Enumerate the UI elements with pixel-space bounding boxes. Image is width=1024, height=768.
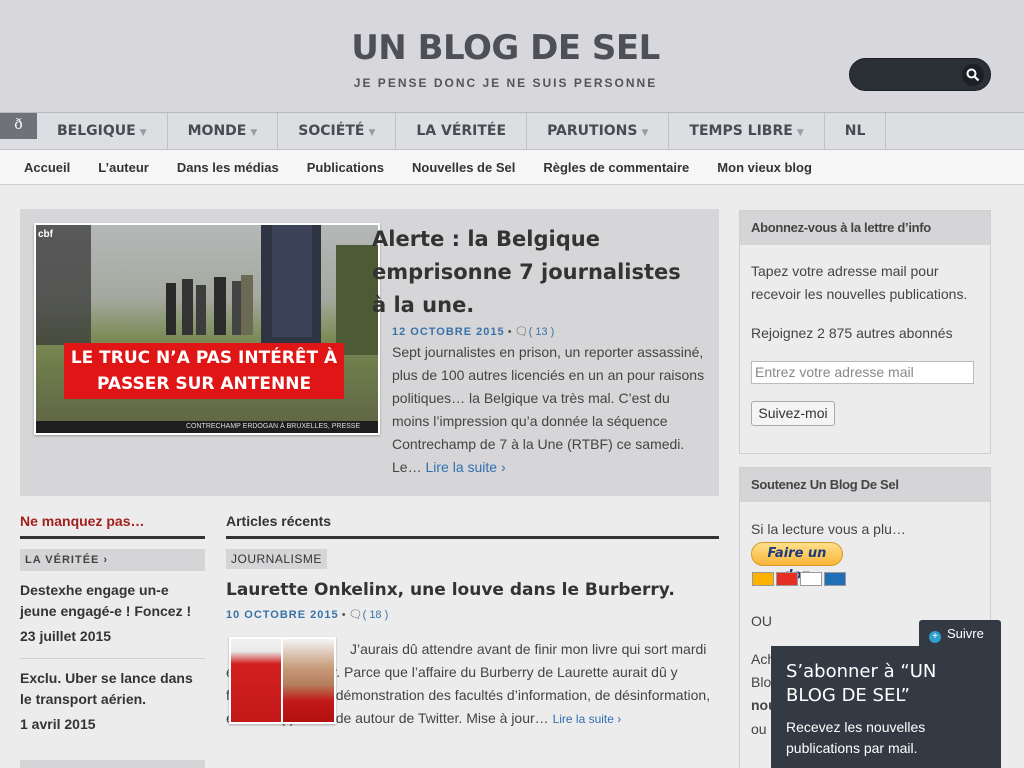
post-thumbnail[interactable] <box>229 637 336 724</box>
featured-read-more[interactable]: Lire la suite › <box>425 459 505 475</box>
popup-title: S’abonner à “UN BLOG DE SEL” <box>786 661 937 706</box>
home-icon[interactable]: ð <box>0 113 37 139</box>
subnav-regles[interactable]: Règles de commentaire <box>529 150 703 184</box>
site-header: UN BLOG DE SEL JE PENSE DONC JE NE SUIS … <box>0 0 1024 112</box>
mastercard-icon <box>776 572 798 586</box>
post-meta: 10 OCTOBRE 2015 • 🗨( 18 ) <box>226 609 389 621</box>
newsletter-widget: Abonnez-vous à la lettre d’info Tapez vo… <box>739 210 991 454</box>
plus-icon: + <box>929 631 941 643</box>
nav-item-monde[interactable]: MONDE ▼ <box>168 113 279 150</box>
widget-heading: Soutenez Un Blog De Sel <box>740 468 990 502</box>
subnav-vieux-blog[interactable]: Mon vieux blog <box>703 150 826 184</box>
subnav-accueil[interactable]: Accueil <box>10 150 84 184</box>
post-title[interactable]: Laurette Onkelinx, une louve dans le Bur… <box>226 580 675 600</box>
category-la-veritee[interactable]: LA VÉRITÉE › <box>20 549 205 571</box>
nav-item-societe[interactable]: SOCIÉTÉ ▼ <box>278 113 397 150</box>
category-tag-partial[interactable] <box>20 760 205 768</box>
maestro-icon <box>752 572 774 586</box>
featured-date[interactable]: 12 OCTOBRE 2015 <box>392 326 505 338</box>
featured-comment-count[interactable]: 13 <box>535 326 547 338</box>
post-read-more[interactable]: Lire la suite › <box>553 712 622 726</box>
nav-item-belgique[interactable]: BELGIQUE ▼ <box>37 113 168 150</box>
newsletter-text: Tapez votre adresse mail pour recevoir l… <box>751 263 968 302</box>
popup-text: Recevez les nouvelles publications par m… <box>786 719 926 756</box>
side-post-title[interactable]: Exclu. Uber se lance dans le transport a… <box>20 668 205 710</box>
side-post-date: 23 juillet 2015 <box>20 628 112 644</box>
follow-button[interactable]: Suivez-moi <box>751 401 835 426</box>
comment-icon: 🗨 <box>348 609 363 621</box>
caret-down-icon: ▼ <box>250 128 258 138</box>
side-post-date: 1 avril 2015 <box>20 716 96 732</box>
recent-articles-heading: Articles récents <box>226 513 719 539</box>
subnav-auteur[interactable]: L’auteur <box>84 150 163 184</box>
search-button[interactable] <box>962 64 984 86</box>
payment-cards <box>752 572 846 586</box>
featured-meta: 12 OCTOBRE 2015 • 🗨( 13 ) <box>392 326 555 338</box>
follow-tab[interactable]: + Suivre <box>919 620 1001 648</box>
search-icon <box>966 68 980 82</box>
subnav-nouvelles[interactable]: Nouvelles de Sel <box>398 150 529 184</box>
amex-icon <box>824 572 846 586</box>
search-input[interactable] <box>849 58 991 91</box>
thumbnail-photo-right <box>283 639 334 722</box>
ne-manquez-heading: Ne manquez pas… <box>20 513 205 539</box>
featured-text-area: 12 OCTOBRE 2015 • 🗨( 13 ) Sept journalis… <box>20 209 719 496</box>
divider <box>20 658 205 659</box>
subnav-publications[interactable]: Publications <box>293 150 398 184</box>
subscriber-count: Rejoignez 2 875 autres abonnés <box>751 325 953 341</box>
nav-item-parutions[interactable]: PARUTIONS ▼ <box>527 113 670 150</box>
caret-down-icon: ▼ <box>368 128 376 138</box>
main-nav: ð BELGIQUE ▼ MONDE ▼ SOCIÉTÉ ▼ LA VÉRITÉE P… <box>0 112 1024 150</box>
sub-nav: Accueil L’auteur Dans les médias Publica… <box>0 150 1024 185</box>
nav-item-temps-libre[interactable]: TEMPS LIBRE ▼ <box>669 113 825 150</box>
donate-button[interactable]: Faire un don <box>751 542 843 583</box>
thumbnail-photo-left <box>231 639 281 722</box>
caret-down-icon: ▼ <box>796 128 804 138</box>
support-text: Si la lecture vous a plu… <box>751 521 906 537</box>
follow-popup: S’abonner à “UN BLOG DE SEL” Recevez les… <box>771 646 1001 768</box>
widget-heading: Abonnez-vous à la lettre d’info <box>740 211 990 245</box>
subnav-medias[interactable]: Dans les médias <box>163 150 293 184</box>
nav-item-la-veritee[interactable]: LA VÉRITÉE <box>396 113 528 150</box>
visa-icon <box>800 572 822 586</box>
email-field[interactable]: Entrez votre adresse mail <box>751 361 974 384</box>
featured-excerpt: Sept journalistes en prison, un reporter… <box>392 344 705 475</box>
post-comment-count[interactable]: 18 <box>369 609 381 621</box>
caret-down-icon: ▼ <box>139 128 147 138</box>
side-post-title[interactable]: Destexhe engage un-e jeune engagé-e ! Fo… <box>20 580 205 622</box>
caret-down-icon: ▼ <box>641 128 649 138</box>
comment-icon: 🗨 <box>514 326 529 338</box>
post-date[interactable]: 10 OCTOBRE 2015 <box>226 609 339 621</box>
tag-journalisme[interactable]: JOURNALISME <box>226 549 327 569</box>
nav-item-nl[interactable]: NL <box>825 113 887 150</box>
